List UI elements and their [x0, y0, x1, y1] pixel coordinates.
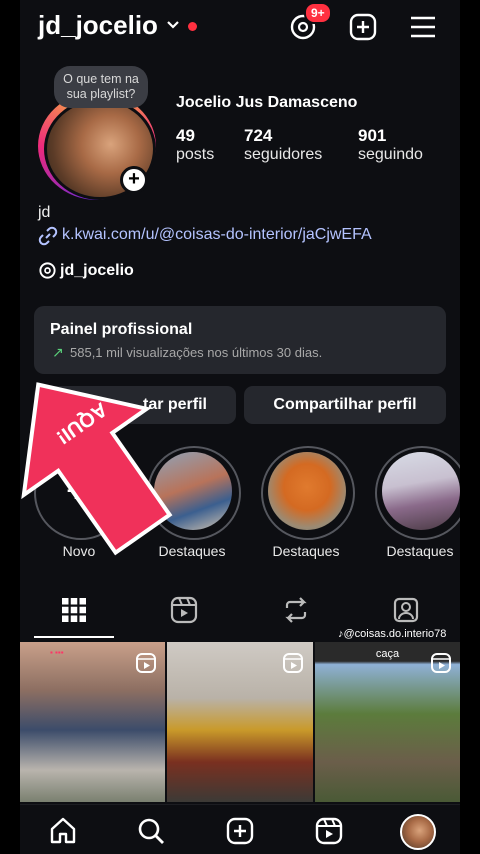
- posts-stat[interactable]: 49 posts: [176, 126, 214, 164]
- tagged-tab-icon[interactable]: [392, 596, 420, 624]
- reel-icon: [431, 653, 451, 673]
- highlight-label: Destaques: [272, 543, 340, 559]
- notifications-badge: 9+: [304, 2, 332, 24]
- profile-link[interactable]: k.kwai.com/u/@coisas-do-interior/jaCjwEF…: [62, 226, 372, 244]
- create-icon[interactable]: [225, 816, 255, 846]
- posts-label: posts: [176, 146, 215, 163]
- reposts-tab-icon[interactable]: [282, 596, 310, 624]
- bio-text: jd: [38, 204, 51, 221]
- profile-screen: jd_jocelio 9+ O que tem na sua playlist?…: [20, 0, 460, 854]
- threads-small-icon: [39, 262, 56, 279]
- profile-avatar-tab[interactable]: [400, 814, 436, 850]
- followers-label: seguidores: [244, 146, 323, 163]
- active-tab-indicator: [34, 636, 114, 638]
- trend-up-icon: ↗: [52, 344, 64, 360]
- highlight-2-thumb: [268, 452, 346, 530]
- followers-stat[interactable]: 724 seguidores: [244, 126, 322, 164]
- chevron-down-icon[interactable]: [166, 18, 180, 32]
- create-post-icon[interactable]: [348, 12, 378, 42]
- followers-count: 724: [244, 126, 273, 145]
- reels-icon[interactable]: [314, 816, 344, 846]
- watermark-text: @coisas.do.interio78: [343, 628, 447, 640]
- pointer-arrow-sticker: AQUI!: [21, 382, 173, 556]
- highlight-label: Destaques: [386, 543, 454, 559]
- add-story-icon[interactable]: +: [120, 166, 148, 194]
- reel-icon: [283, 653, 303, 673]
- menu-icon[interactable]: [408, 12, 438, 42]
- home-icon[interactable]: [48, 816, 78, 846]
- link-icon: [38, 226, 58, 246]
- posts-count: 49: [176, 126, 195, 145]
- following-label: seguindo: [358, 146, 423, 163]
- panel-title: Painel profissional: [50, 321, 193, 338]
- threads-handle[interactable]: jd_jocelio: [60, 262, 134, 280]
- unread-dot: [188, 22, 197, 31]
- username-switcher[interactable]: jd_jocelio: [38, 10, 158, 41]
- search-icon[interactable]: [136, 816, 166, 846]
- reels-tab-icon[interactable]: [170, 596, 198, 624]
- panel-subtitle: 585,1 mil visualizações nos últimos 30 d…: [70, 345, 323, 360]
- grid-icon[interactable]: [60, 596, 88, 624]
- following-count: 901: [358, 126, 387, 145]
- highlight-3-thumb: [382, 452, 460, 530]
- following-stat[interactable]: 901 seguindo: [358, 126, 423, 164]
- share-profile-button[interactable]: Compartilhar perfil: [244, 386, 446, 424]
- tiktok-watermark: ♪@coisas.do.interio78: [338, 628, 446, 640]
- full-name: Jocelio Jus Damasceno: [176, 94, 358, 111]
- post-caption-overlay: ▪ ▪▪▪: [50, 648, 64, 657]
- note-bubble[interactable]: O que tem na sua playlist?: [54, 66, 148, 108]
- reel-icon: [136, 653, 156, 673]
